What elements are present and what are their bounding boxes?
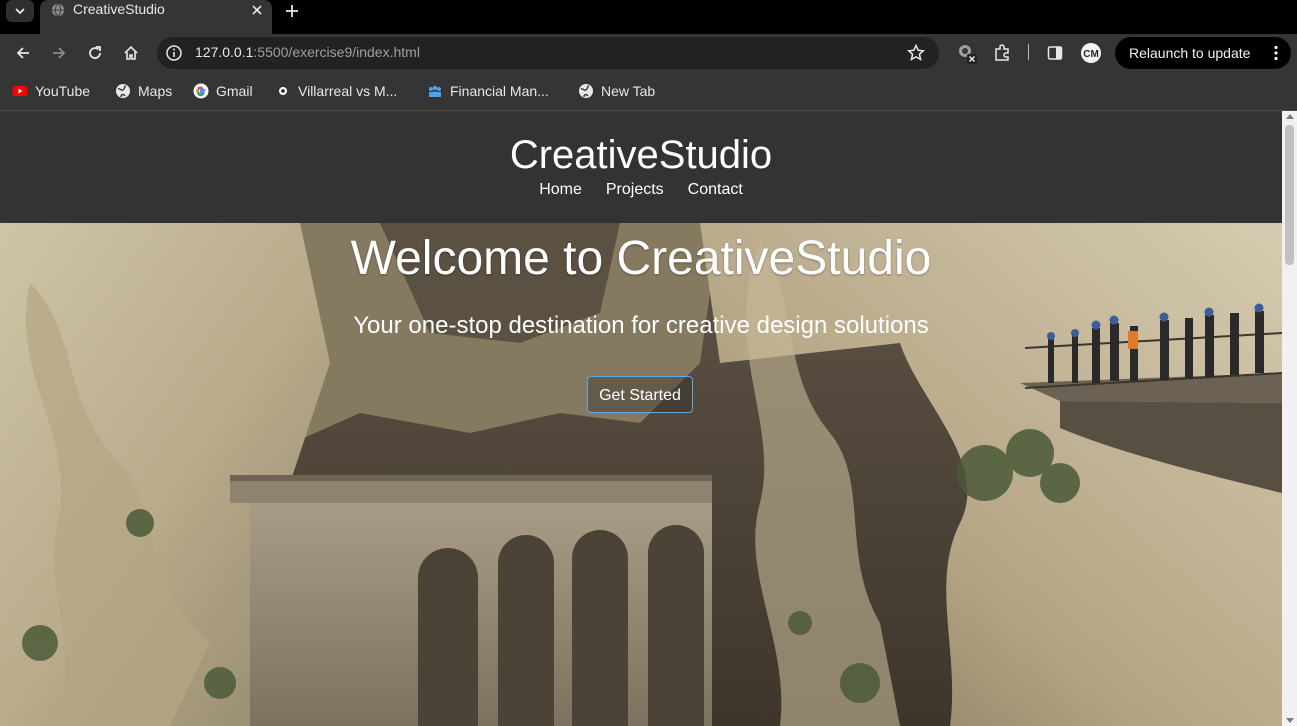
bookmark-youtube[interactable]: YouTube xyxy=(12,81,90,101)
hero-title: Welcome to CreativeStudio xyxy=(350,232,932,285)
browser-toolbar: 127.0.0.1:5500/exercise9/index.html CM xyxy=(0,34,1297,72)
scroll-down-arrow-icon[interactable] xyxy=(1286,718,1294,723)
url-host: 127.0.0.1 xyxy=(195,44,254,60)
side-panel-icon xyxy=(1047,46,1063,60)
globe-icon xyxy=(115,83,131,99)
close-tab-icon[interactable] xyxy=(249,2,265,18)
bookmark-financial[interactable]: Financial Man... xyxy=(427,81,549,101)
toolbar-divider xyxy=(1028,44,1029,60)
url-path: :5500/exercise9/index.html xyxy=(253,44,420,60)
hero-section: Welcome to CreativeStudio Your one-stop … xyxy=(0,223,1282,726)
address-bar[interactable]: 127.0.0.1:5500/exercise9/index.html xyxy=(157,37,939,69)
relaunch-label: Relaunch to update xyxy=(1129,45,1251,61)
bookmark-villarreal[interactable]: Villarreal vs M... xyxy=(275,81,397,101)
new-tab-button[interactable] xyxy=(283,2,301,20)
hero-background-image xyxy=(0,223,1282,726)
google-icon xyxy=(193,83,209,99)
bookmarks-bar: YouTube Maps Gmail Villarreal vs M... Fi… xyxy=(0,72,1297,111)
bookmark-maps[interactable]: Maps xyxy=(115,81,172,101)
reload-button[interactable] xyxy=(84,42,106,64)
forward-button[interactable] xyxy=(48,42,70,64)
url-text: 127.0.0.1:5500/exercise9/index.html xyxy=(195,44,420,60)
nav-projects-link[interactable]: Projects xyxy=(606,181,664,199)
tab-title: CreativeStudio xyxy=(73,1,165,17)
soccer-icon xyxy=(275,83,291,99)
bookmark-label: Maps xyxy=(138,83,173,99)
plus-icon xyxy=(286,5,298,17)
bookmark-label: New Tab xyxy=(601,83,656,99)
youtube-icon xyxy=(12,83,28,99)
chevron-down-icon xyxy=(15,8,25,15)
reload-icon xyxy=(89,46,101,59)
bookmark-label: Villarreal vs M... xyxy=(298,83,398,99)
site-info-icon[interactable] xyxy=(165,44,183,62)
relaunch-button[interactable]: Relaunch to update xyxy=(1115,37,1291,69)
tab-strip: CreativeStudio xyxy=(0,0,1297,34)
bookmark-label: Financial Man... xyxy=(450,83,549,99)
puzzle-icon xyxy=(995,44,1009,61)
back-button[interactable] xyxy=(12,42,34,64)
nav-contact-link[interactable]: Contact xyxy=(688,181,743,199)
globe-icon xyxy=(51,3,65,17)
arrow-right-icon xyxy=(53,47,66,59)
extensions-button[interactable] xyxy=(991,42,1013,64)
nav-home-link[interactable]: Home xyxy=(539,181,582,199)
site-logo[interactable]: CreativeStudio xyxy=(0,131,1282,179)
bookmark-label: YouTube xyxy=(35,83,91,99)
arrow-left-icon xyxy=(16,47,29,59)
site-header: CreativeStudio Home Projects Contact xyxy=(0,111,1282,223)
page-viewport: CreativeStudio Home Projects Contact Wel… xyxy=(0,111,1282,726)
site-nav: Home Projects Contact xyxy=(0,181,1282,199)
active-tab[interactable]: CreativeStudio xyxy=(40,0,272,34)
extension-button[interactable] xyxy=(956,42,978,64)
bookmark-star-icon[interactable] xyxy=(907,44,925,62)
home-icon xyxy=(124,45,138,60)
get-started-button[interactable]: Get Started xyxy=(587,376,693,413)
globe-icon xyxy=(578,83,594,99)
page-scrollbar[interactable] xyxy=(1282,111,1297,726)
extension-badge-icon xyxy=(959,45,977,64)
more-vert-icon xyxy=(1274,45,1278,61)
bookmark-new-tab[interactable]: New Tab xyxy=(578,81,655,101)
bookmark-gmail[interactable]: Gmail xyxy=(193,81,253,101)
avatar: CM xyxy=(1081,43,1101,63)
home-button[interactable] xyxy=(120,42,142,64)
hero-subtitle: Your one-stop destination for creative d… xyxy=(353,312,929,339)
scroll-up-arrow-icon[interactable] xyxy=(1286,114,1294,119)
scrollbar-thumb[interactable] xyxy=(1285,125,1294,265)
bookmark-label: Gmail xyxy=(216,83,253,99)
profile-button[interactable]: CM xyxy=(1080,42,1102,64)
side-panel-button[interactable] xyxy=(1044,42,1066,64)
people-icon xyxy=(427,83,443,99)
tab-search-button[interactable] xyxy=(6,0,34,22)
svg-text:CM: CM xyxy=(1083,49,1099,60)
